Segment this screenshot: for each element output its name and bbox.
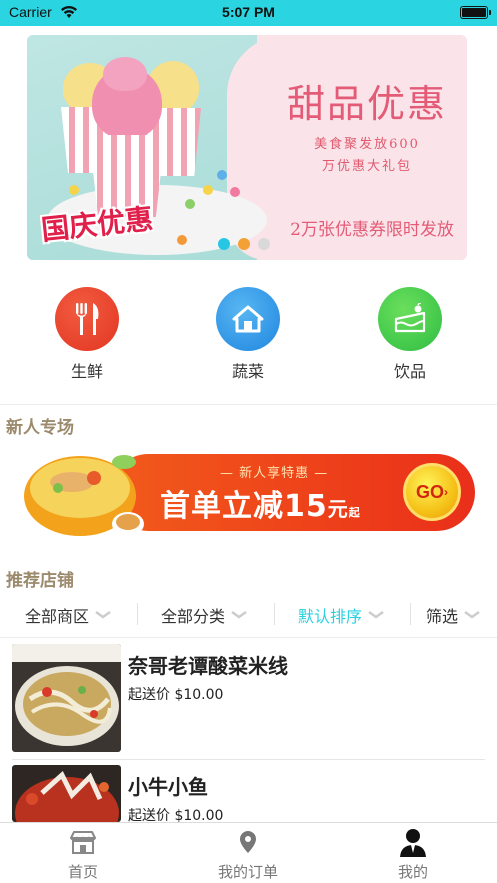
promo-headline: 首单立减15元起 [160, 481, 361, 525]
chevron-down-icon [95, 611, 111, 619]
carousel-dot[interactable] [258, 238, 270, 250]
banner-subtitle-2: 万优惠大礼包 [321, 159, 412, 174]
section-title-newcomer: 新人专场 [6, 418, 74, 438]
filter-label: 全部商区 [25, 607, 90, 626]
tab-bar: 首页 我的订单 我的 [0, 822, 497, 883]
filter-label: 全部分类 [161, 607, 226, 626]
home-icon [216, 287, 280, 351]
promo-amount: 15 [284, 489, 328, 524]
tab-label: 我的 [397, 863, 428, 881]
candy-decoration [185, 199, 195, 209]
chevron-down-icon [368, 611, 384, 619]
filter-separator [137, 603, 138, 625]
promo-headline-text: 首单立减 [160, 489, 284, 524]
filter-sort[interactable]: 默认排序 [298, 603, 384, 627]
cupcake-illustration [89, 57, 165, 217]
user-profile-icon [400, 829, 426, 857]
category-drinks[interactable]: 饮品 [350, 287, 470, 382]
carousel-dot-active[interactable] [238, 238, 250, 250]
section-title-shops: 推荐店铺 [6, 571, 74, 591]
filter-separator [274, 603, 275, 625]
filter-screen[interactable]: 筛选 [426, 603, 480, 627]
banner-promo-text: 2万张优惠券限时发放 [290, 220, 454, 240]
promo-suffix: 起 [348, 506, 361, 519]
newcomer-promo-banner[interactable]: — 新人享特惠 — 首单立减15元起 GO › [20, 448, 475, 543]
storefront-icon [70, 831, 96, 854]
carousel-page-indicator[interactable] [218, 238, 270, 250]
battery-icon [460, 6, 491, 19]
fork-knife-icon [55, 287, 119, 351]
tab-label: 我的订单 [217, 863, 278, 881]
candy-decoration [177, 235, 187, 245]
tab-label: 首页 [67, 863, 98, 881]
candy-decoration [69, 185, 79, 195]
filter-area[interactable]: 全部商区 [25, 603, 111, 627]
status-bar: Carrier 5:07 PM [0, 0, 497, 26]
filter-label: 筛选 [426, 607, 459, 626]
category-label: 生鲜 [70, 362, 103, 381]
clock: 5:07 PM [222, 4, 275, 20]
cake-icon [378, 287, 442, 351]
section-divider [0, 637, 497, 638]
candy-decoration [230, 187, 240, 197]
noodle-bowl-illustration [24, 455, 144, 536]
tab-profile[interactable]: 我的 [353, 827, 473, 882]
banner-subtitle-1: 美食聚发放600 [314, 137, 420, 152]
shop-thumbnail [12, 765, 121, 822]
go-button-label: GO [415, 481, 444, 502]
category-label: 饮品 [393, 362, 426, 381]
filter-separator [410, 603, 411, 625]
location-pin-icon [240, 831, 256, 853]
promo-badge-text: 新人享特惠 [239, 466, 310, 481]
filter-category[interactable]: 全部分类 [161, 603, 247, 627]
chevron-right-icon: › [444, 485, 448, 499]
promo-unit: 元 [327, 497, 349, 521]
carousel-dot[interactable] [218, 238, 230, 250]
shop-min-order: 起送价 $10.00 [128, 687, 224, 703]
shop-name: 奈哥老谭酸菜米线 [128, 654, 288, 678]
candy-decoration [217, 170, 227, 180]
chevron-down-icon [231, 611, 247, 619]
promo-banner-carousel[interactable]: 国庆优惠 甜品优惠 美食聚发放600 万优惠大礼包 2万张优惠券限时发放 [27, 35, 467, 260]
section-divider [0, 404, 497, 405]
tab-home[interactable]: 首页 [23, 827, 143, 882]
go-button[interactable]: GO › [403, 463, 461, 521]
promo-badge: — 新人享特惠 — [220, 466, 329, 481]
category-fresh[interactable]: 生鲜 [27, 287, 147, 382]
category-label: 蔬菜 [231, 362, 264, 381]
tab-orders[interactable]: 我的订单 [188, 827, 308, 882]
shop-filter-bar: 全部商区 全部分类 默认排序 筛选 [0, 597, 497, 633]
filter-label: 默认排序 [298, 607, 363, 626]
chevron-down-icon [464, 611, 480, 619]
shop-name: 小牛小鱼 [128, 775, 208, 799]
shop-thumbnail [12, 644, 121, 752]
category-vegetables[interactable]: 蔬菜 [188, 287, 308, 382]
banner-title: 甜品优惠 [286, 82, 447, 126]
list-divider [12, 759, 485, 760]
candy-decoration [203, 185, 213, 195]
